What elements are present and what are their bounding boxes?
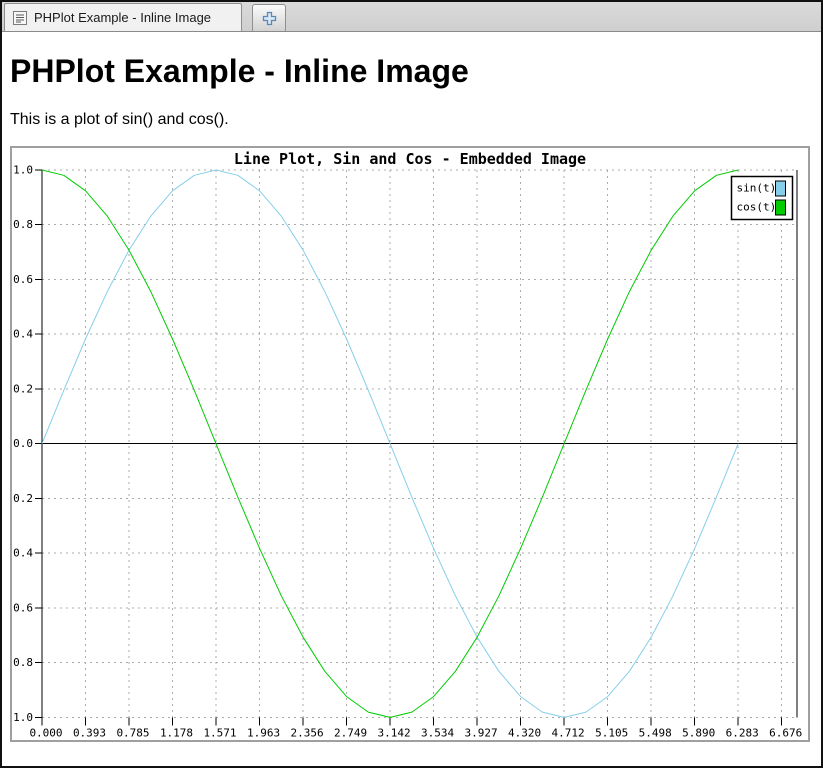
tab-phplot-example[interactable]: PHPlot Example - Inline Image — [4, 3, 242, 31]
svg-text:0.0: 0.0 — [13, 437, 33, 450]
page-content: PHPlot Example - Inline Image This is a … — [2, 53, 821, 742]
svg-text:3.927: 3.927 — [465, 726, 498, 739]
svg-text:-0.6: -0.6 — [12, 601, 33, 614]
plus-icon — [262, 11, 277, 26]
svg-text:1.0: 1.0 — [13, 163, 33, 176]
svg-text:5.890: 5.890 — [682, 726, 715, 739]
svg-text:4.712: 4.712 — [552, 726, 585, 739]
svg-text:0.393: 0.393 — [73, 726, 106, 739]
page-title: PHPlot Example - Inline Image — [10, 53, 813, 90]
svg-text:0.4: 0.4 — [13, 327, 33, 340]
svg-text:2.356: 2.356 — [291, 726, 324, 739]
intro-text: This is a plot of sin() and cos(). — [10, 111, 813, 129]
svg-text:-1.0: -1.0 — [12, 711, 33, 724]
svg-text:1.963: 1.963 — [247, 726, 280, 739]
browser-window: PHPlot Example - Inline Image PHPlot Exa… — [0, 0, 823, 768]
svg-text:-0.8: -0.8 — [12, 656, 33, 669]
svg-text:0.2: 0.2 — [13, 382, 33, 395]
svg-text:0.000: 0.000 — [29, 726, 62, 739]
tab-bar: PHPlot Example - Inline Image — [2, 2, 821, 32]
svg-text:4.320: 4.320 — [508, 726, 541, 739]
svg-text:3.142: 3.142 — [378, 726, 411, 739]
svg-text:0.8: 0.8 — [13, 218, 33, 231]
svg-text:-0.4: -0.4 — [12, 546, 33, 559]
svg-text:-0.2: -0.2 — [12, 492, 33, 505]
svg-text:2.749: 2.749 — [334, 726, 367, 739]
svg-text:1.178: 1.178 — [160, 726, 193, 739]
svg-text:sin(t): sin(t) — [737, 181, 777, 194]
page-document-icon — [12, 10, 28, 26]
svg-text:3.534: 3.534 — [421, 726, 454, 739]
svg-text:5.105: 5.105 — [595, 726, 628, 739]
svg-text:0.6: 0.6 — [13, 273, 33, 286]
svg-text:1.571: 1.571 — [203, 726, 236, 739]
tab-title: PHPlot Example - Inline Image — [34, 10, 211, 25]
chart-image: 1.0 0.8 0.6 0.4 0.2 0.0 -0.2 -0.4 -0.6 -0.8 -1.0 0.… — [10, 146, 810, 742]
svg-text:6.283: 6.283 — [726, 726, 759, 739]
new-tab-button[interactable] — [252, 4, 286, 31]
svg-text:cos(t): cos(t) — [737, 200, 777, 213]
svg-text:6.676: 6.676 — [769, 726, 802, 739]
svg-text:Line Plot, Sin and Cos - Embed: Line Plot, Sin and Cos - Embedded Image — [234, 150, 586, 168]
chart-svg: 1.0 0.8 0.6 0.4 0.2 0.0 -0.2 -0.4 -0.6 -0.8 -1.0 0.… — [12, 148, 808, 740]
svg-text:0.785: 0.785 — [116, 726, 149, 739]
svg-text:5.498: 5.498 — [639, 726, 672, 739]
